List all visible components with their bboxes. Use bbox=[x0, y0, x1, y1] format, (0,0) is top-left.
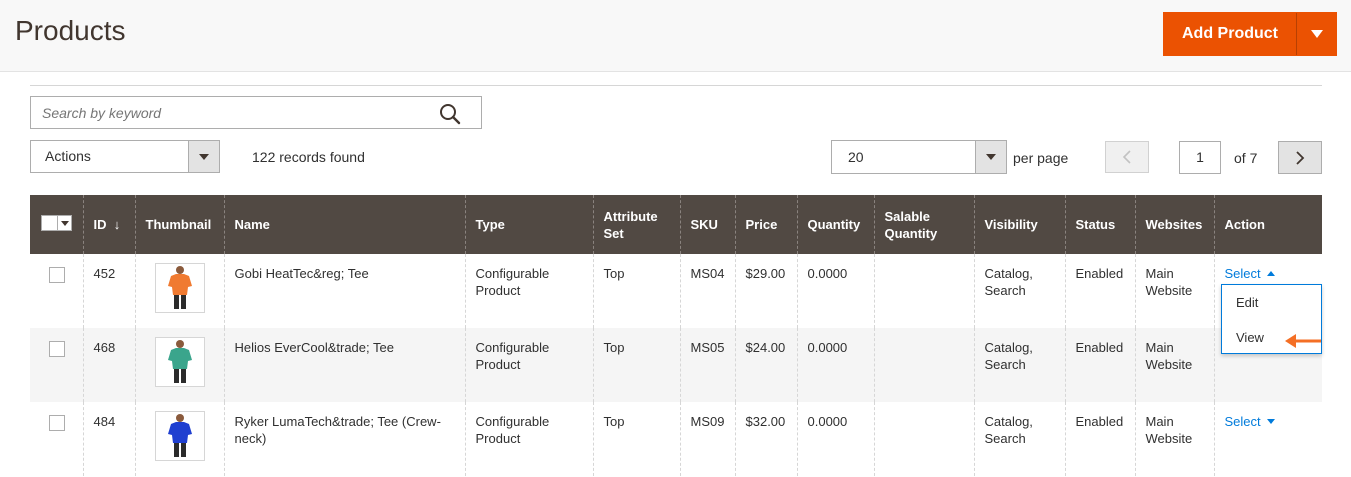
previous-page-button[interactable] bbox=[1105, 141, 1149, 173]
cell-id: 484 bbox=[82, 402, 135, 476]
per-page-label: per page bbox=[1013, 150, 1069, 166]
chevron-right-icon bbox=[1296, 150, 1305, 165]
cell-type: Configurable Product bbox=[464, 254, 593, 328]
cell-salable-quantity bbox=[873, 402, 974, 476]
table-row: 452 Gobi HeatTec&reg; Tee Configurable P… bbox=[30, 254, 1322, 328]
cell-websites: Main Website bbox=[1134, 328, 1214, 402]
mass-actions-select[interactable]: Actions bbox=[30, 140, 220, 173]
pointer-arrow-icon bbox=[1285, 334, 1321, 348]
cell-sku: MS04 bbox=[679, 254, 735, 328]
cell-quantity: 0.0000 bbox=[796, 254, 874, 328]
cell-status: Enabled bbox=[1064, 254, 1135, 328]
page-number-input[interactable]: 1 bbox=[1179, 141, 1221, 174]
column-header-attribute-set[interactable]: Attribute Set bbox=[592, 195, 680, 254]
chevron-down-icon bbox=[986, 154, 996, 160]
cell-type: Configurable Product bbox=[464, 328, 593, 402]
mass-select-checkbox[interactable] bbox=[41, 215, 72, 231]
table-row: 484 Ryker LumaTech&trade; Tee (Crew-neck… bbox=[30, 402, 1322, 476]
cell-status: Enabled bbox=[1064, 328, 1135, 402]
chevron-left-icon bbox=[1122, 150, 1131, 164]
cell-id: 452 bbox=[82, 254, 135, 328]
cell-name: Gobi HeatTec&reg; Tee bbox=[223, 254, 465, 328]
divider bbox=[30, 85, 1322, 86]
sort-arrow-down-icon: ↓ bbox=[113, 217, 121, 232]
search-input[interactable] bbox=[31, 97, 431, 128]
column-header-thumbnail: Thumbnail bbox=[134, 195, 224, 254]
product-thumbnail[interactable] bbox=[154, 263, 205, 313]
column-header-action: Action bbox=[1213, 195, 1322, 254]
column-header-id[interactable]: ID ↓ bbox=[82, 195, 135, 254]
column-header-price[interactable]: Price bbox=[734, 195, 797, 254]
add-product-dropdown-toggle[interactable] bbox=[1297, 13, 1336, 55]
chevron-up-icon bbox=[1266, 271, 1275, 276]
cell-websites: Main Website bbox=[1134, 402, 1214, 476]
column-header-quantity[interactable]: Quantity bbox=[796, 195, 874, 254]
cell-visibility: Catalog, Search bbox=[973, 328, 1065, 402]
cell-id: 468 bbox=[82, 328, 135, 402]
action-menu-edit[interactable]: Edit bbox=[1236, 295, 1258, 310]
cell-price: $24.00 bbox=[734, 328, 797, 402]
product-thumbnail[interactable] bbox=[154, 337, 205, 387]
mass-actions-label: Actions bbox=[45, 148, 91, 164]
cell-price: $32.00 bbox=[734, 402, 797, 476]
cell-attribute-set: Top bbox=[592, 402, 680, 476]
cell-price: $29.00 bbox=[734, 254, 797, 328]
cell-attribute-set: Top bbox=[592, 254, 680, 328]
next-page-button[interactable] bbox=[1278, 141, 1322, 174]
cell-quantity: 0.0000 bbox=[796, 402, 874, 476]
cell-name: Ryker LumaTech&trade; Tee (Crew-neck) bbox=[223, 402, 465, 476]
column-header-sku[interactable]: SKU bbox=[679, 195, 735, 254]
add-product-button[interactable]: Add Product bbox=[1164, 13, 1296, 55]
tshirt-model-icon bbox=[167, 266, 192, 309]
row-checkbox[interactable] bbox=[49, 341, 65, 357]
page-header: Products Add Product bbox=[0, 0, 1351, 72]
per-page-select[interactable]: 20 bbox=[831, 140, 1007, 174]
chevron-down-icon bbox=[199, 153, 209, 160]
search-icon[interactable] bbox=[439, 103, 461, 125]
cell-type: Configurable Product bbox=[464, 402, 593, 476]
product-thumbnail[interactable] bbox=[154, 411, 205, 461]
column-header-visibility[interactable]: Visibility bbox=[973, 195, 1065, 254]
column-header-salable-quantity: Salable Quantity bbox=[873, 195, 974, 254]
cell-salable-quantity bbox=[873, 254, 974, 328]
tshirt-model-icon bbox=[167, 340, 192, 383]
chevron-down-icon bbox=[60, 220, 69, 226]
table-row: 468 Helios EverCool&trade; Tee Configura… bbox=[30, 328, 1322, 402]
page-title: Products bbox=[15, 15, 126, 46]
records-count: 122 records found bbox=[252, 149, 365, 165]
cell-sku: MS05 bbox=[679, 328, 735, 402]
per-page-toggle[interactable] bbox=[975, 141, 1006, 173]
mass-actions-toggle[interactable] bbox=[188, 141, 219, 172]
header-mass-select[interactable] bbox=[30, 195, 83, 254]
column-header-name[interactable]: Name bbox=[223, 195, 465, 254]
row-action-select[interactable]: Select bbox=[1225, 413, 1275, 430]
cell-visibility: Catalog, Search bbox=[973, 402, 1065, 476]
action-menu-view[interactable]: View bbox=[1236, 330, 1264, 345]
cell-attribute-set: Top bbox=[592, 328, 680, 402]
row-checkbox[interactable] bbox=[49, 415, 65, 431]
cell-salable-quantity bbox=[873, 328, 974, 402]
cell-name: Helios EverCool&trade; Tee bbox=[223, 328, 465, 402]
chevron-down-icon bbox=[1266, 419, 1275, 424]
cell-quantity: 0.0000 bbox=[796, 328, 874, 402]
per-page-value: 20 bbox=[848, 149, 864, 165]
tshirt-model-icon bbox=[167, 414, 192, 457]
grid-header-row: ID ↓ Thumbnail Name Type Attribute Set S… bbox=[30, 195, 1322, 254]
add-product-split-button: Add Product bbox=[1163, 12, 1337, 56]
column-header-type[interactable]: Type bbox=[464, 195, 593, 254]
products-grid: ID ↓ Thumbnail Name Type Attribute Set S… bbox=[30, 195, 1322, 476]
column-header-status[interactable]: Status bbox=[1064, 195, 1135, 254]
cell-visibility: Catalog, Search bbox=[973, 254, 1065, 328]
search-box bbox=[30, 96, 482, 129]
cell-status: Enabled bbox=[1064, 402, 1135, 476]
row-action-select[interactable]: Select bbox=[1225, 265, 1275, 282]
page-total-label: of 7 bbox=[1234, 150, 1258, 166]
row-checkbox[interactable] bbox=[49, 267, 65, 283]
chevron-down-icon bbox=[1310, 30, 1323, 38]
column-header-websites[interactable]: Websites bbox=[1134, 195, 1214, 254]
cell-sku: MS09 bbox=[679, 402, 735, 476]
cell-websites: Main Website bbox=[1134, 254, 1214, 328]
